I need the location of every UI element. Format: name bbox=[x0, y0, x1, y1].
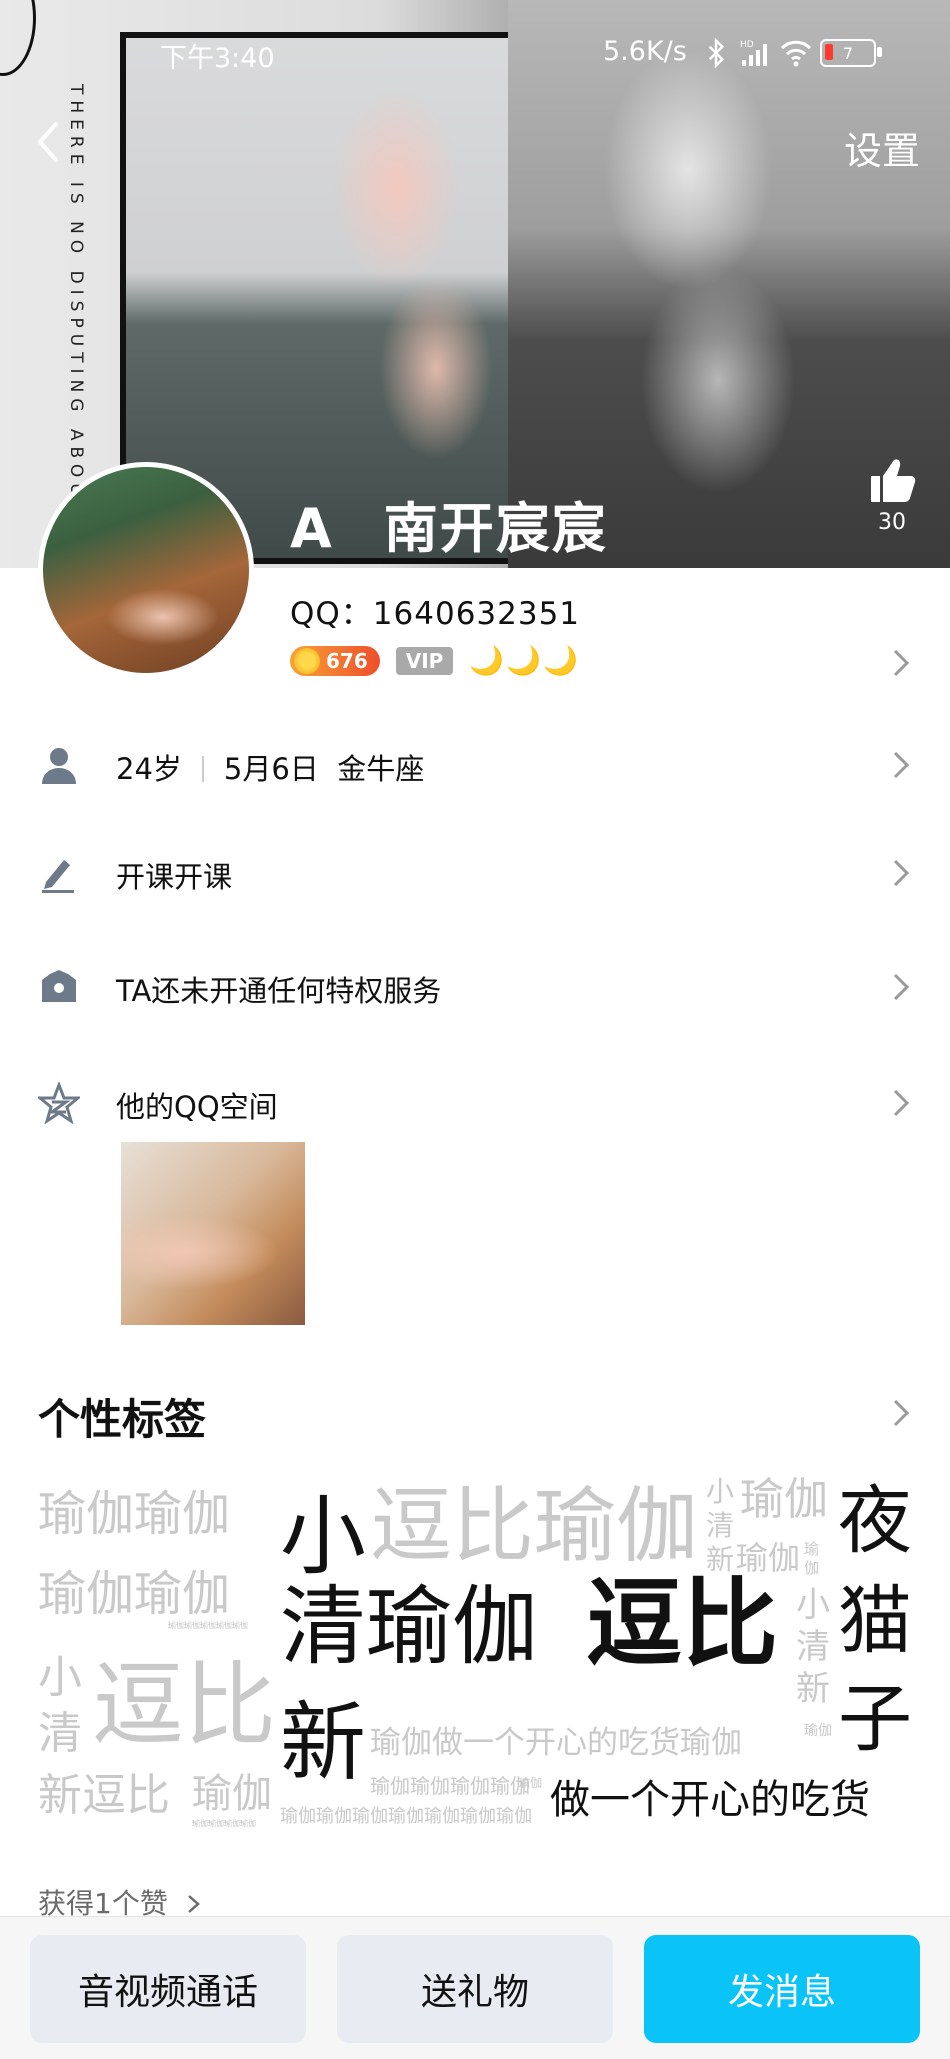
nickname-prefix: A bbox=[290, 497, 334, 560]
age: 24岁 bbox=[116, 752, 182, 786]
tag-word: 做一个开心的吃货 bbox=[550, 1777, 870, 1823]
nickname: A 南开宸宸 bbox=[290, 484, 608, 563]
info-row-signature[interactable]: 开课开课 bbox=[0, 842, 950, 902]
signature-text: 开课开课 bbox=[116, 860, 233, 894]
sun-icon bbox=[294, 647, 320, 674]
info-row-qzone[interactable]: 他的QQ空间 bbox=[0, 1072, 950, 1132]
chevron-right-icon bbox=[893, 751, 910, 779]
chevron-right-icon bbox=[187, 1895, 200, 1913]
chevron-right-icon bbox=[893, 859, 910, 887]
send-gift-button[interactable]: 送礼物 bbox=[337, 1935, 613, 2043]
basic-info: 24岁 5月6日 金牛座 bbox=[116, 746, 424, 788]
vip-badge: VIP bbox=[395, 646, 454, 675]
tag-word: 逗比 bbox=[92, 1652, 277, 1759]
tag-word: 逗比 bbox=[586, 1568, 778, 1680]
bottom-action-bar: 音视频通话 送礼物 发消息 bbox=[0, 1916, 950, 2059]
tag-word: 小 bbox=[38, 1652, 82, 1703]
tag-word: 清 bbox=[796, 1627, 830, 1667]
status-time: 下午3:40 bbox=[160, 43, 275, 74]
person-icon bbox=[42, 748, 76, 784]
signal-hd-label: HD bbox=[740, 40, 754, 50]
qzone-text: 他的QQ空间 bbox=[116, 1090, 278, 1124]
chevron-right-icon bbox=[893, 973, 910, 1001]
tag-word: 新逗比 bbox=[38, 1770, 170, 1821]
tag-word: 新 bbox=[796, 1669, 830, 1709]
zodiac: 金牛座 bbox=[337, 752, 425, 786]
chevron-right-icon[interactable] bbox=[890, 1396, 912, 1430]
qq-number: QQ：1640632351 bbox=[290, 596, 581, 632]
chevron-right-icon bbox=[893, 1089, 910, 1117]
info-row-privilege[interactable]: TA还未开通任何特权服务 bbox=[0, 956, 950, 1016]
signal-icon: HD bbox=[740, 40, 767, 66]
tag-word: 瑜伽 bbox=[804, 1723, 832, 1739]
badge-row[interactable]: 676 VIP 🌙🌙🌙 bbox=[290, 644, 580, 677]
tag-word: 新 bbox=[280, 1693, 366, 1793]
status-icons: HD 7 bbox=[700, 36, 910, 70]
tag-word: 逗比瑜伽 bbox=[370, 1479, 699, 1574]
battery-icon: 7 bbox=[820, 39, 882, 67]
av-call-button[interactable]: 音视频通话 bbox=[30, 1935, 306, 2043]
tag-word: 瑜伽瑜伽瑜伽瑜伽 bbox=[370, 1774, 530, 1798]
nickname-text: 南开宸宸 bbox=[383, 497, 608, 560]
send-message-button[interactable]: 发消息 bbox=[644, 1935, 920, 2043]
like-count: 30 bbox=[878, 510, 906, 535]
level-value: 676 bbox=[326, 648, 368, 673]
tag-word: 瑜伽瑜伽瑜伽瑜伽瑜伽瑜伽瑜伽 bbox=[280, 1806, 532, 1827]
cover-decoration bbox=[0, 0, 36, 76]
tag-word: 子 bbox=[838, 1676, 912, 1762]
crown-icon bbox=[42, 970, 76, 1002]
battery-level: 7 bbox=[842, 43, 854, 63]
settings-button[interactable]: 设置 bbox=[844, 120, 920, 175]
tag-word: 小 bbox=[706, 1475, 735, 1508]
tag-word: 瑜伽瑜伽 bbox=[38, 1486, 231, 1542]
tag-word: 清瑜伽 bbox=[280, 1577, 538, 1677]
privilege-text: TA还未开通任何特权服务 bbox=[116, 974, 442, 1008]
avatar[interactable] bbox=[38, 462, 254, 678]
tag-word: 清 bbox=[706, 1509, 735, 1542]
tag-word: 夜 bbox=[838, 1478, 912, 1564]
qzone-photo-thumbnail[interactable] bbox=[121, 1142, 305, 1325]
tag-word: 瑜伽瑜伽瑜伽瑜伽瑜伽 bbox=[168, 1621, 248, 1630]
tag-word: 小 bbox=[280, 1487, 366, 1587]
tag-word: 小 bbox=[796, 1585, 830, 1625]
moon-icons: 🌙🌙🌙 bbox=[469, 644, 580, 677]
thumbs-up-icon bbox=[871, 459, 916, 502]
qzone-star-icon bbox=[38, 1082, 80, 1124]
status-net-speed: 5.6K/s bbox=[603, 36, 687, 67]
tags-section-title: 个性标签 bbox=[38, 1395, 207, 1444]
pen-icon bbox=[42, 860, 74, 893]
tag-word: 瑜伽做一个开心的吃货瑜伽 bbox=[370, 1725, 742, 1761]
bluetooth-icon bbox=[708, 38, 725, 68]
tag-word: 瑜伽瑜伽 bbox=[38, 1566, 231, 1622]
tag-word: 清 bbox=[38, 1708, 82, 1759]
level-badge: 676 bbox=[290, 645, 380, 676]
tag-word: 瑜伽 bbox=[740, 1474, 828, 1525]
tag-word: 瑜伽 bbox=[804, 1540, 820, 1577]
tag-word: 猫 bbox=[838, 1578, 912, 1664]
back-arrow-icon[interactable] bbox=[24, 112, 74, 172]
wifi-icon bbox=[780, 40, 812, 67]
tag-word: 瑜伽 bbox=[518, 1776, 543, 1790]
birthday: 5月6日 bbox=[223, 752, 319, 786]
like-button[interactable]: 30 bbox=[862, 456, 922, 535]
tag-word: 瑜伽 bbox=[192, 1771, 272, 1817]
chevron-right-icon[interactable] bbox=[890, 646, 912, 680]
tag-word: 瑜伽瑜伽瑜伽瑜伽 bbox=[192, 1819, 256, 1828]
info-row-basic[interactable]: 24岁 5月6日 金牛座 bbox=[0, 734, 950, 794]
